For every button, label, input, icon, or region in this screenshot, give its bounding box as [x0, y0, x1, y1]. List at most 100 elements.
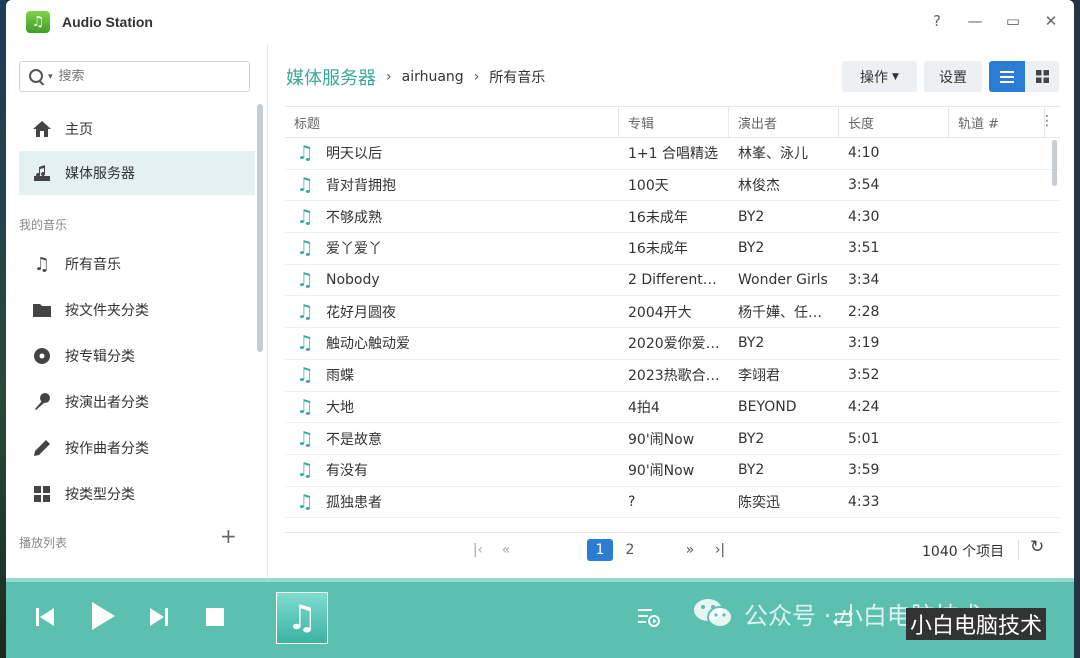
song-title-cell: ♫ 孤独患者	[285, 491, 619, 513]
music-note-icon: ♫	[296, 142, 314, 165]
column-header-title[interactable]: 标题	[285, 107, 619, 137]
window-controls: ? — ▭ ✕	[928, 12, 1060, 30]
song-album: 100天	[628, 178, 669, 195]
sidebar-scrollbar[interactable]	[257, 104, 263, 352]
item-count: 1040 个项目	[922, 544, 1005, 560]
progress-track[interactable]	[6, 578, 1074, 582]
list-view-icon	[1000, 70, 1014, 83]
table-row[interactable]: ♫ 爱丫爱丫 16未成年 BY2 3:51	[285, 233, 1060, 265]
search-box[interactable]: ▾	[19, 61, 250, 92]
close-icon[interactable]: ✕	[1042, 12, 1060, 30]
sidebar-item-by-folder[interactable]: 按文件夹分类	[19, 288, 255, 332]
table-row[interactable]: ♫ 花好月圆夜 2004开大 杨千嬅、任… 2:28	[285, 296, 1060, 329]
stop-icon[interactable]	[204, 606, 226, 628]
table-row[interactable]: ♫ 不是故意 90'闹Now BY2 5:01	[285, 423, 1060, 455]
sidebar-item-home[interactable]: 主页	[19, 107, 255, 151]
desktop-background-right	[1074, 0, 1080, 658]
song-artist: BEYOND	[738, 398, 797, 415]
previous-page-icon[interactable]: «	[497, 539, 515, 561]
song-title: 触动心触动爱	[326, 336, 410, 353]
search-input[interactable]	[58, 69, 219, 84]
table-row[interactable]: ♫ 触动心触动爱 2020爱你爱… BY2 3:19	[285, 328, 1060, 360]
chevron-right-icon: ›	[473, 69, 480, 85]
song-title-cell: ♫ 爱丫爱丫	[285, 237, 619, 259]
music-note-icon: ♫	[296, 490, 314, 513]
song-album: 2 Different…	[628, 272, 717, 289]
song-artist: 杨千嬅、任…	[738, 304, 822, 321]
play-queue-icon[interactable]	[636, 604, 662, 630]
maximize-icon[interactable]: ▭	[1004, 12, 1022, 30]
column-header-album[interactable]: 专辑	[619, 107, 729, 137]
page-1-button[interactable]: 1	[587, 539, 613, 561]
song-artist: BY2	[738, 430, 765, 447]
song-album: 16未成年	[628, 209, 688, 226]
song-length: 4:30	[848, 208, 880, 225]
next-track-icon[interactable]	[146, 604, 172, 630]
song-title: 花好月圆夜	[326, 304, 396, 321]
song-length: 3:59	[848, 462, 880, 479]
breadcrumb: 媒体服务器 › airhuang › 所有音乐	[286, 64, 545, 90]
song-album: 4拍4	[628, 399, 660, 416]
column-header-track[interactable]: 轨道 #	[949, 107, 1045, 137]
sidebar-item-by-composer[interactable]: 按作曲者分类	[19, 426, 255, 470]
table-row[interactable]: ♫ 雨蝶 2023热歌合… 李翊君 3:52	[285, 360, 1060, 392]
refresh-icon[interactable]: ↻	[1030, 537, 1044, 557]
column-header-artist[interactable]: 演出者	[729, 107, 839, 137]
title-bar[interactable]: ♫ Audio Station ? — ▭ ✕	[6, 0, 1074, 44]
table-row[interactable]: ♫ 孤独患者? 陈奕迅 4:33	[285, 487, 1060, 519]
sidebar-item-by-album[interactable]: 按专辑分类	[19, 334, 255, 378]
music-note-icon: ♫	[296, 205, 314, 228]
grid-view-button[interactable]	[1025, 61, 1059, 92]
add-playlist-button[interactable]: +	[220, 524, 237, 548]
previous-track-icon[interactable]	[32, 604, 58, 630]
microphone-icon	[31, 391, 53, 413]
grid-view-icon	[1035, 70, 1049, 83]
song-title: Nobody	[326, 272, 380, 289]
table-row[interactable]: ♫ Nobody 2 Different… Wonder Girls 3:34	[285, 265, 1060, 297]
operations-button[interactable]: 操作 ▼	[842, 61, 917, 92]
song-list-scrollbar[interactable]	[1052, 140, 1057, 186]
column-menu-icon[interactable]: ⋮	[1040, 113, 1054, 129]
song-album: 2004开大	[628, 304, 692, 321]
chevron-down-icon[interactable]: ▾	[48, 72, 53, 82]
song-title-cell: ♫ 明天以后	[285, 142, 619, 164]
sidebar-item-by-artist[interactable]: 按演出者分类	[19, 380, 255, 424]
music-note-icon: ♫	[296, 300, 314, 323]
page-2-button[interactable]: 2	[621, 539, 639, 561]
song-title-cell: ♫ 不是故意	[285, 428, 619, 450]
help-icon[interactable]: ?	[928, 12, 946, 30]
table-row[interactable]: ♫ 不够成熟 16未成年 BY2 4:30	[285, 201, 1060, 234]
sidebar-item-label: 按类型分类	[65, 487, 135, 503]
first-page-icon[interactable]: |‹	[469, 539, 487, 561]
breadcrumb-current: 所有音乐	[489, 70, 546, 86]
song-album: 16未成年	[628, 241, 688, 258]
table-header: 标题 专辑 演出者 长度 轨道 # ⋮	[285, 106, 1060, 138]
table-row[interactable]: ♫ 明天以后 1+1 合唱精选 林峯、泳儿 4:10	[285, 138, 1060, 170]
sidebar-item-media-server[interactable]: 媒体服务器	[19, 151, 255, 195]
sidebar-item-by-genre[interactable]: 按类型分类	[19, 472, 255, 516]
play-icon[interactable]	[88, 600, 118, 632]
minimize-icon[interactable]: —	[966, 12, 984, 30]
next-page-icon[interactable]: »	[681, 539, 699, 561]
settings-button[interactable]: 设置	[924, 61, 982, 92]
sidebar-item-all-music[interactable]: ♫ 所有音乐	[19, 242, 255, 286]
home-icon	[31, 118, 53, 140]
list-view-button[interactable]	[989, 61, 1025, 92]
breadcrumb-root[interactable]: 媒体服务器	[286, 64, 376, 90]
music-note-icon: ♫	[296, 332, 314, 355]
song-title: 爱丫爱丫	[326, 241, 382, 258]
last-page-icon[interactable]: ›|	[711, 539, 729, 561]
breadcrumb-user[interactable]: airhuang	[402, 69, 464, 85]
table-row[interactable]: ♫ 背对背拥抱 100天 林俊杰 3:54	[285, 170, 1060, 202]
watermark-badge: 小白电脑技术	[906, 608, 1047, 640]
song-length: 4:24	[848, 398, 880, 415]
album-cover-placeholder[interactable]: ♫	[276, 592, 328, 644]
table-row[interactable]: ♫ 有没有 90'闹Now BY2 3:59	[285, 455, 1060, 487]
table-row[interactable]: ♫ 大地 4拍4 BEYOND 4:24	[285, 392, 1060, 424]
search-icon[interactable]	[28, 68, 46, 86]
column-header-length[interactable]: 长度	[839, 107, 949, 137]
song-title: 有没有	[326, 463, 368, 480]
genre-icon	[31, 483, 53, 505]
repeat-icon[interactable]	[830, 606, 856, 630]
song-artist: BY2	[738, 208, 765, 225]
